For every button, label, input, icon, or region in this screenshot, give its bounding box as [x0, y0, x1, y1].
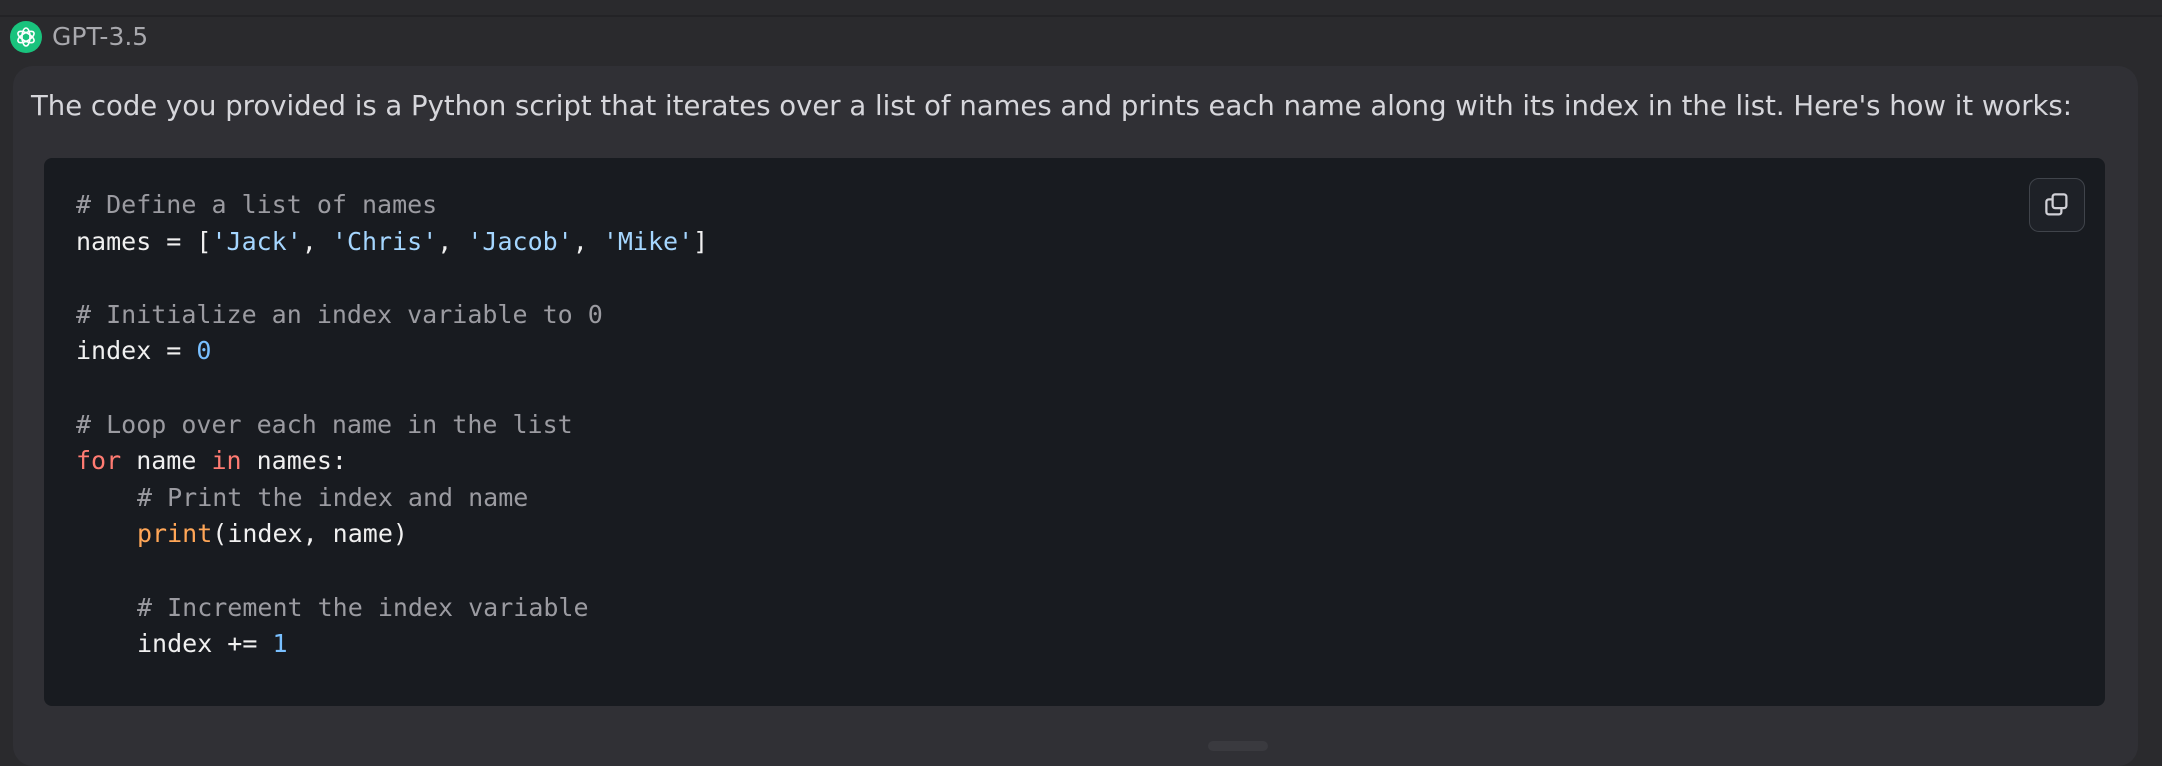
code-line: # Initialize an index variable to 0 [76, 297, 708, 334]
model-header: GPT-3.5 [10, 20, 148, 54]
copy-icon [2045, 193, 2068, 216]
top-divider [0, 15, 2162, 17]
code-token-plain: ] [693, 226, 709, 256]
code-token-func: print [137, 519, 213, 549]
code-token-plain: (index, name) [212, 519, 408, 549]
code-token-string: 'Chris' [331, 226, 438, 256]
code-token-comment: # Initialize an index variable to 0 [76, 299, 603, 329]
code-token-string: 'Jacob' [467, 226, 573, 256]
scroll-handle[interactable] [1208, 741, 1268, 751]
code-token-plain: names: [241, 446, 347, 476]
code-token-number: 1 [272, 629, 288, 659]
code-line: # Increment the index variable [76, 590, 708, 627]
code-content: # Define a list of names names = ['Jack',… [76, 187, 708, 663]
code-token-plain: index += [137, 629, 273, 659]
code-line: # Print the index and name [76, 480, 708, 517]
model-name: GPT-3.5 [52, 22, 149, 51]
code-token-comment: # Loop over each name in the list [76, 409, 573, 439]
code-token-string: 'Mike' [602, 226, 694, 256]
code-token-comment: # Define a list of names [76, 190, 438, 219]
code-token-number: 0 [196, 336, 212, 366]
code-line: index = 0 [76, 333, 708, 370]
code-line: index += 1 [76, 626, 708, 663]
code-token-keyword: for [76, 446, 122, 476]
code-token-string: 'Jack' [211, 226, 302, 256]
openai-logo-icon [10, 21, 42, 53]
code-token-plain: names = [ [76, 226, 212, 256]
copy-code-button[interactable] [2029, 178, 2085, 232]
code-token-plain: , [572, 226, 603, 256]
code-token-plain: name [121, 446, 212, 476]
code-token-comment: # Print the index and name [137, 482, 529, 512]
code-token-plain: index = [76, 336, 197, 366]
code-token-keyword: in [211, 446, 242, 476]
code-line: for name in names: [76, 443, 708, 480]
code-line: # Loop over each name in the list [76, 407, 708, 444]
code-token-plain: , [437, 226, 468, 256]
code-token-plain: , [301, 226, 332, 256]
assistant-message-text: The code you provided is a Python script… [31, 90, 2073, 122]
code-line: print(index, name) [76, 516, 708, 553]
code-block: # Define a list of names names = ['Jack',… [44, 158, 2105, 706]
code-token-comment: # Increment the index variable [137, 592, 589, 622]
code-line: # Define a list of names [76, 187, 708, 224]
code-line: names = ['Jack', 'Chris', 'Jacob', 'Mike… [76, 224, 708, 261]
